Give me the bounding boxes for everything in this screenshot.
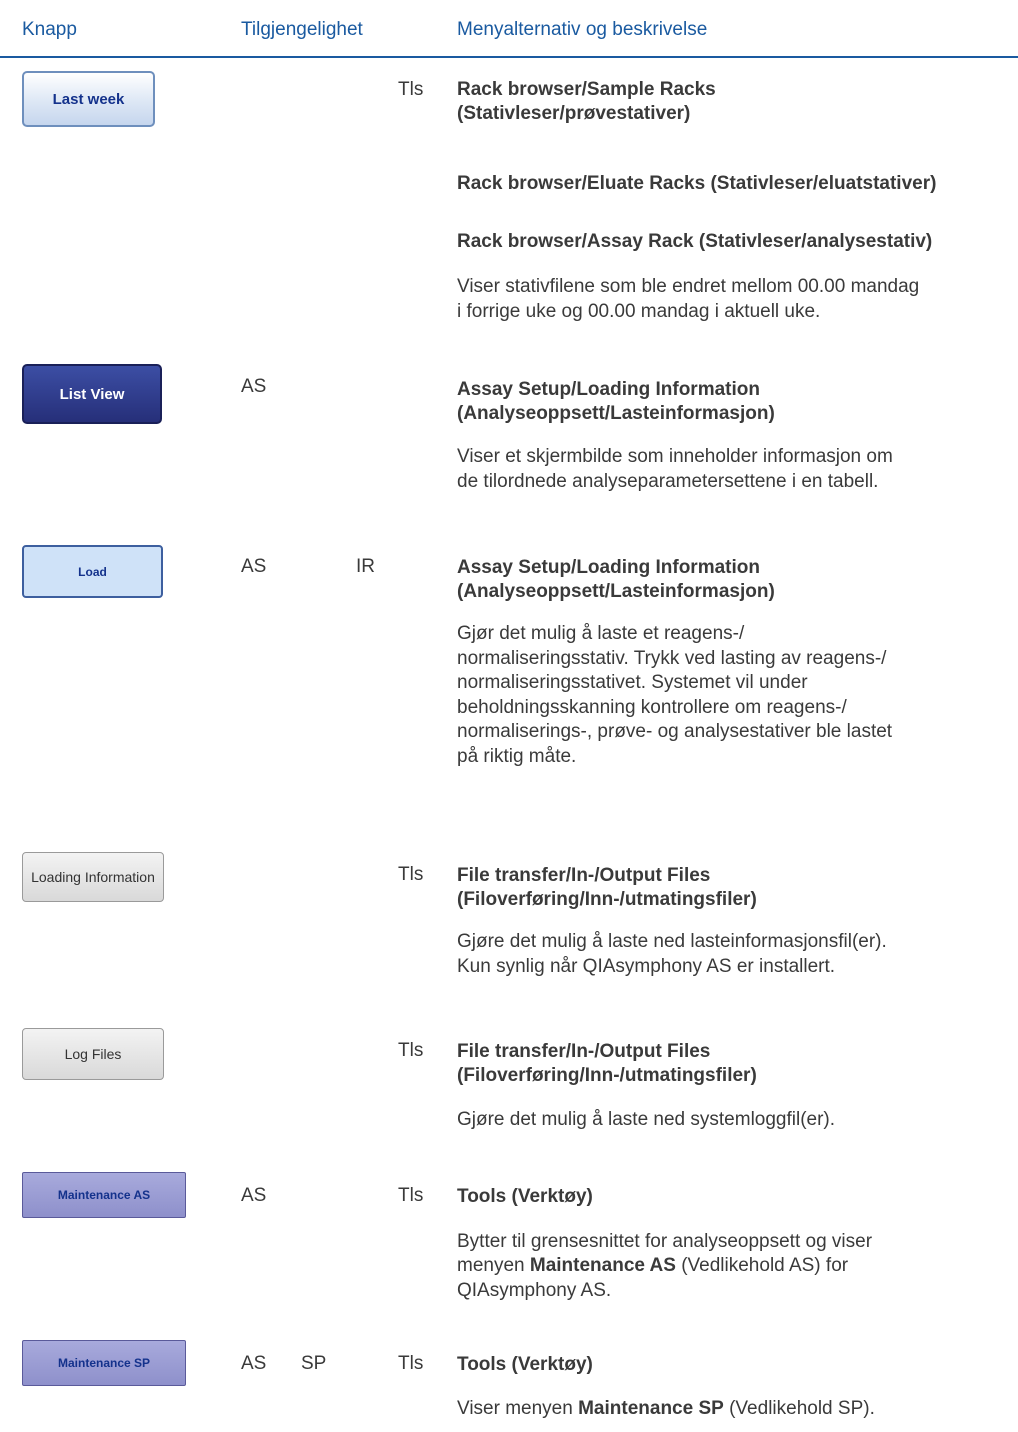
description-line: Gjøre det mulig å laste ned lasteinforma… [457,931,887,952]
maintenance-as-button[interactable]: Maintenance AS [22,1172,186,1218]
availability-as: AS [241,556,267,577]
description-text: menyen [457,1255,530,1276]
menu-title: (Stativleser/prøvestativer) [457,103,691,124]
description-line: på riktig måte. [457,746,577,767]
list-view-button[interactable]: List View [22,364,162,424]
availability-tls: Tls [398,1353,424,1374]
column-header-availability: Tilgjengelighet [241,19,363,40]
description-line: de tilordnede analyseparametersettene i … [457,471,879,492]
maintenance-sp-button[interactable]: Maintenance SP [22,1340,186,1386]
load-button[interactable]: Load [22,545,163,598]
table-header: Knapp Tilgjengelighet Menyalternativ og … [0,0,1018,58]
description-line: Viser menyen Maintenance SP (Vedlikehold… [457,1397,875,1422]
loading-information-button[interactable]: Loading Information [22,852,164,902]
menu-title: Assay Setup/Loading Information [457,557,760,578]
menu-title: File transfer/In-/Output Files [457,865,711,886]
menu-title: Rack browser/Eluate Racks (Stativleser/e… [457,173,937,194]
last-week-button[interactable]: Last week [22,71,155,127]
availability-tls: Tls [398,864,424,885]
menu-title: Rack browser/Assay Rack (Stativleser/ana… [457,231,933,252]
menu-title: (Filoverføring/Inn-/utmatingsfiler) [457,889,757,910]
availability-tls: Tls [398,1040,424,1061]
description-line: normaliseringsstativet. Systemet vil und… [457,672,808,693]
description-line: i forrige uke og 00.00 mandag i aktuell … [457,301,821,322]
menu-title: (Analyseoppsett/Lasteinformasjon) [457,581,775,602]
description-line: beholdningsskanning kontrollere om reage… [457,697,847,718]
description-line: Gjør det mulig å laste et reagens-/ [457,623,745,644]
description-line: QIAsymphony AS. [457,1280,612,1301]
description-line: menyen Maintenance AS (Vedlikehold AS) f… [457,1254,848,1279]
menu-title: Rack browser/Sample Racks [457,79,716,100]
description-line: normaliserings-, prøve- og analysestativ… [457,721,893,742]
description-bold-text: Maintenance AS [529,1255,676,1276]
menu-title: (Analyseoppsett/Lasteinformasjon) [457,403,775,424]
description-line: Viser stativfilene som ble endret mellom… [457,276,920,297]
description-line: Bytter til grensesnittet for analyseopps… [457,1231,873,1252]
menu-title: Tools (Verktøy) [457,1354,593,1375]
availability-sp: SP [301,1353,327,1374]
menu-title: File transfer/In-/Output Files [457,1041,711,1062]
description-text: Viser menyen [457,1398,579,1419]
description-text: (Vedlikehold AS) for [675,1255,849,1276]
column-header-button: Knapp [22,19,77,40]
description-text: (Vedlikehold SP). [723,1398,875,1419]
description-bold-text: Maintenance SP [578,1398,724,1419]
description-line: Viser et skjermbilde som inneholder info… [457,446,893,467]
availability-tls: Tls [398,1185,424,1206]
availability-as: AS [241,376,267,397]
menu-title: Tools (Verktøy) [457,1186,593,1207]
description-line: Kun synlig når QIAsymphony AS er install… [457,956,836,977]
availability-as: AS [241,1353,267,1374]
description-line: Gjøre det mulig å laste ned systemloggfi… [457,1109,836,1130]
column-header-menu: Menyalternativ og beskrivelse [457,19,708,40]
menu-title: Assay Setup/Loading Information [457,379,760,400]
availability-ir: IR [356,556,375,577]
availability-as: AS [241,1185,267,1206]
description-line: normaliseringsstativ. Trykk ved lasting … [457,648,887,669]
menu-title: (Filoverføring/Inn-/utmatingsfiler) [457,1065,757,1086]
log-files-button[interactable]: Log Files [22,1028,164,1080]
availability-tls: Tls [398,79,424,100]
